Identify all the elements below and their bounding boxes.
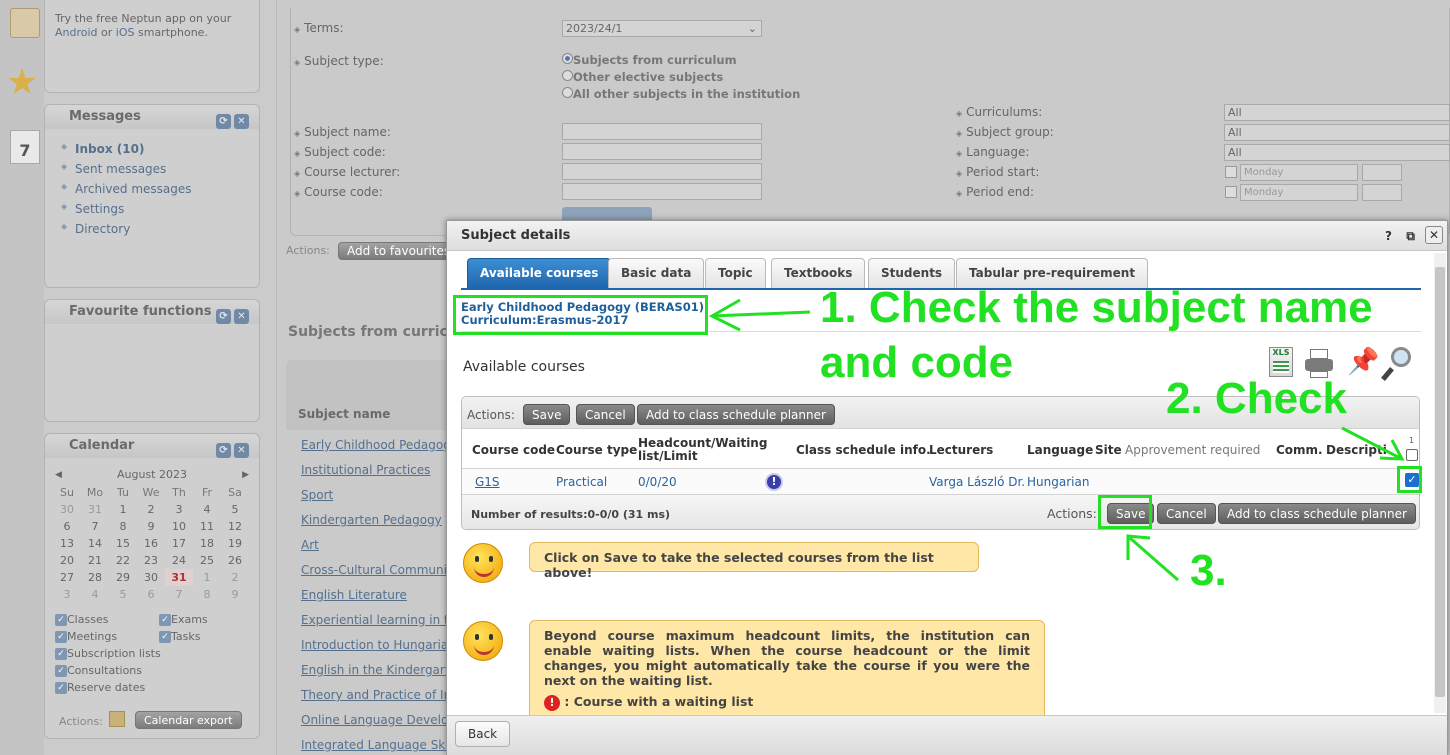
annotation-step3: 3.	[1190, 546, 1227, 595]
annotation-step1-line2: and code	[820, 338, 1014, 387]
save-highlight-box	[1098, 495, 1152, 529]
checkbox-highlight-box	[1397, 466, 1422, 493]
annotation-step1-line1: 1. Check the subject name	[820, 283, 1373, 332]
annotation-step2: 2. Check	[1166, 374, 1347, 423]
